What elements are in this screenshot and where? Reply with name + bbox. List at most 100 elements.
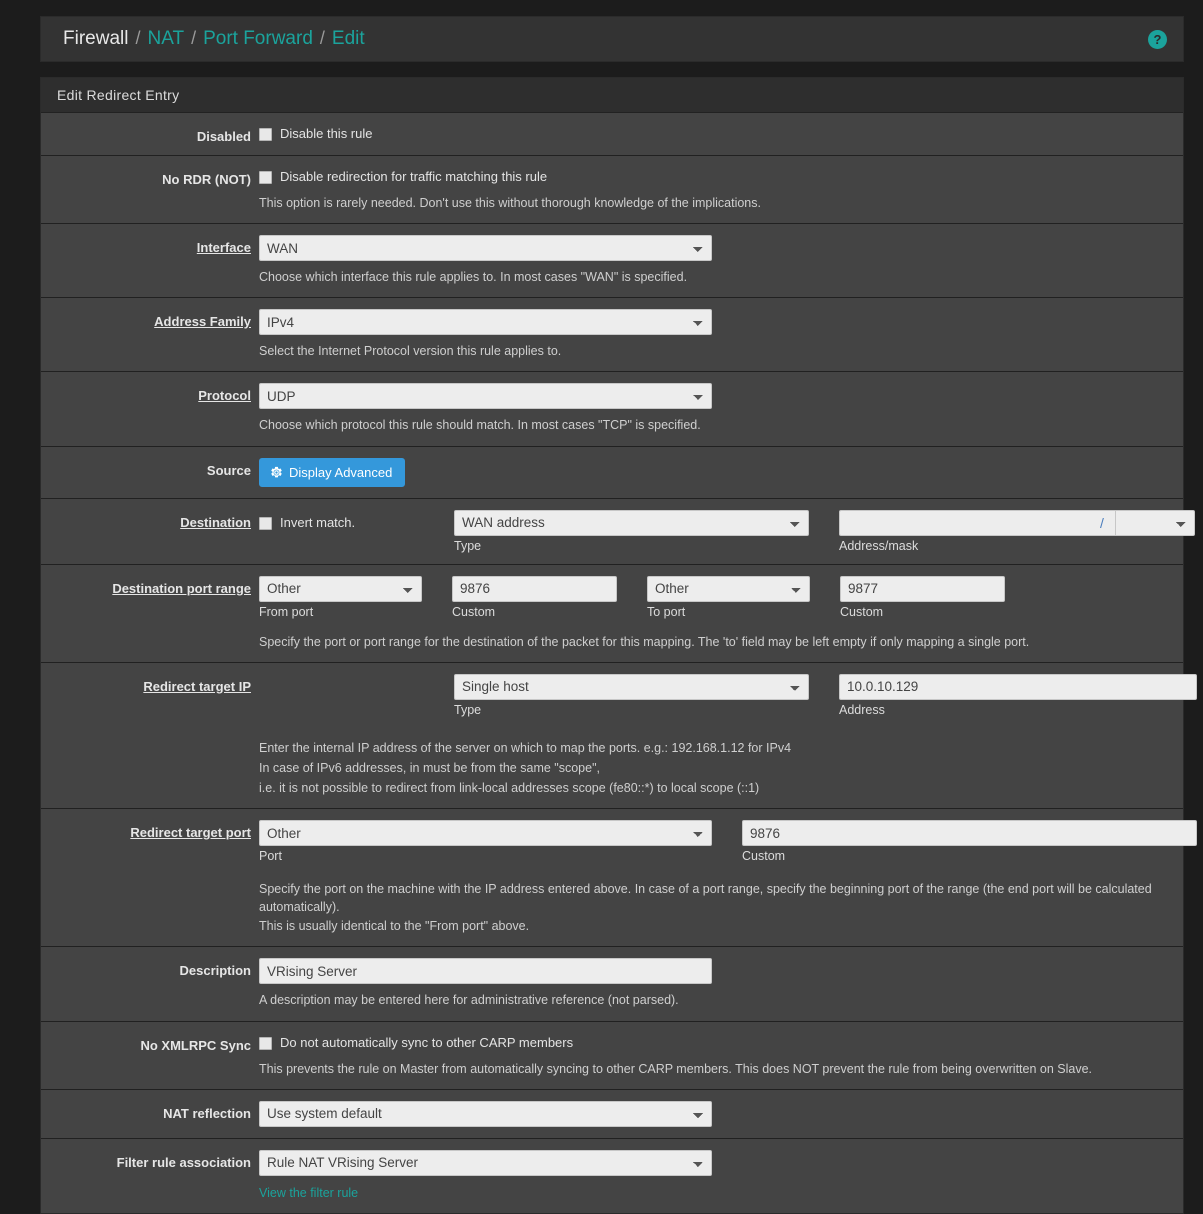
control-nat-reflection: Use system default	[259, 1100, 1183, 1127]
to-port-custom-input[interactable]	[840, 575, 1005, 602]
control-address-family: IPv4 Select the Internet Protocol versio…	[259, 309, 1183, 360]
gear-icon	[270, 466, 283, 479]
breadcrumb-item-edit[interactable]: Edit	[332, 28, 365, 50]
filter-rule-association-select[interactable]: Rule NAT VRising Server	[259, 1149, 712, 1176]
row-interface: Interface WAN Choose which interface thi…	[41, 224, 1183, 299]
row-protocol: Protocol UDP Choose which protocol this …	[41, 372, 1183, 447]
slash-separator: /	[1089, 509, 1115, 536]
label-redirect-target-ip[interactable]: Redirect target IP	[41, 674, 259, 797]
label-address-family[interactable]: Address Family	[41, 309, 259, 360]
row-disabled: Disabled Disable this rule	[41, 113, 1183, 156]
control-destination-port-range: Other From port Custom Other T	[259, 575, 1183, 651]
control-interface: WAN Choose which interface this rule app…	[259, 235, 1183, 286]
label-disabled: Disabled	[196, 129, 251, 144]
description-input[interactable]	[259, 958, 712, 985]
no-xmlrpc-sync-checkbox[interactable]	[259, 1036, 272, 1050]
panel-title: Edit Redirect Entry	[41, 78, 1183, 113]
redirect-target-ip-address-sublabel: Address	[839, 702, 885, 717]
row-redirect-target-port: Redirect target port Other Port Custom	[41, 809, 1197, 948]
label-filter-rule-association: Filter rule association	[116, 1154, 251, 1170]
no-rdr-label: Disable redirection for traffic matching…	[280, 169, 548, 184]
control-redirect-target-ip: Single host Type Address Enter the inter…	[259, 673, 1203, 797]
control-disabled: Disable this rule	[259, 124, 1183, 144]
row-no-xmlrpc-sync: No XMLRPC Sync Do not automatically sync…	[41, 1022, 1183, 1090]
breadcrumb: Firewall / NAT / Port Forward / Edit	[63, 28, 365, 50]
help-redirect-target-ip-line2: In case of IPv6 addresses, in must be fr…	[259, 760, 600, 775]
question-circle-icon[interactable]: ?	[1148, 29, 1167, 49]
no-rdr-checkbox[interactable]	[259, 171, 272, 184]
destination-address-combo: /	[839, 509, 1195, 536]
redirect-target-ip-type-select[interactable]: Single host	[454, 673, 809, 700]
redirect-target-port-custom-input[interactable]	[742, 820, 1197, 846]
destination-type-sublabel: Type	[454, 538, 482, 553]
control-description: A description may be entered here for ad…	[259, 958, 1183, 1009]
display-advanced-label: Display Advanced	[289, 464, 393, 480]
invert-match-checkbox[interactable]	[259, 516, 272, 530]
address-family-select[interactable]: IPv4	[259, 309, 712, 336]
row-address-family: Address Family IPv4 Select the Internet …	[41, 298, 1183, 373]
destination-type-select[interactable]: WAN address	[454, 509, 809, 536]
row-destination: Destination Invert match. WAN address Ty…	[41, 499, 1195, 565]
label-source: Source	[206, 462, 251, 478]
nat-reflection-select[interactable]: Use system default	[259, 1100, 712, 1127]
label-destination-port-range[interactable]: Destination port range	[41, 576, 259, 651]
help-interface: Choose which interface this rule applies…	[259, 270, 688, 285]
help-description: A description may be entered here for ad…	[259, 993, 679, 1008]
breadcrumb-item-nat[interactable]: NAT	[147, 28, 184, 50]
control-no-xmlrpc-sync: Do not automatically sync to other CARP …	[259, 1033, 1183, 1078]
protocol-select[interactable]: UDP	[259, 383, 712, 410]
edit-redirect-entry-panel: Edit Redirect Entry Disabled Disable thi…	[40, 77, 1197, 1214]
help-destination-port-range: Specify the port or port range for the d…	[259, 634, 1030, 649]
page-container: Firewall / NAT / Port Forward / Edit ? E…	[0, 0, 1203, 1214]
label-description: Description	[179, 963, 251, 979]
label-destination[interactable]: Destination	[41, 510, 259, 553]
breadcrumb-bar: Firewall / NAT / Port Forward / Edit ?	[40, 16, 1184, 62]
to-port-custom-sublabel: Custom	[840, 604, 884, 619]
disable-rule-label: Disable this rule	[280, 126, 373, 141]
row-destination-port-range: Destination port range Other From port C…	[41, 565, 1183, 663]
redirect-target-port-custom-sublabel: Custom	[742, 849, 786, 863]
breadcrumb-separator: /	[191, 28, 197, 48]
label-no-xmlrpc-sync: No XMLRPC Sync	[140, 1037, 251, 1053]
interface-select[interactable]: WAN	[259, 235, 712, 262]
display-advanced-button[interactable]: Display Advanced	[259, 457, 406, 487]
row-redirect-target-ip: Redirect target IP Single host Type Addr…	[41, 663, 1197, 809]
view-filter-rule-link[interactable]: View the filter rule	[259, 1186, 358, 1200]
no-xmlrpc-sync-label: Do not automatically sync to other CARP …	[280, 1034, 574, 1050]
label-nat-reflection: NAT reflection	[163, 1105, 251, 1121]
from-port-custom-input[interactable]	[452, 575, 617, 602]
control-redirect-target-port: Other Port Custom Specify the port on th…	[259, 820, 1203, 935]
help-redirect-target-port-line2: This is usually identical to the "From p…	[259, 919, 530, 934]
label-redirect-target-port[interactable]: Redirect target port	[41, 820, 259, 935]
control-filter-rule-association: Rule NAT VRising Server View the filter …	[259, 1149, 1183, 1202]
label-protocol[interactable]: Protocol	[41, 383, 259, 434]
redirect-target-port-sublabel: Port	[259, 849, 282, 863]
control-no-rdr: Disable redirection for traffic matching…	[259, 167, 1183, 212]
breadcrumb-separator: /	[319, 28, 325, 48]
to-port-select[interactable]: Other	[647, 575, 810, 602]
disable-rule-checkbox[interactable]	[259, 128, 272, 141]
help-redirect-target-ip-line1: Enter the internal IP address of the ser…	[259, 740, 792, 755]
destination-address-input[interactable]	[839, 509, 1089, 536]
from-port-select[interactable]: Other	[259, 575, 422, 602]
destination-mask-select[interactable]	[1115, 509, 1195, 536]
help-no-xmlrpc-sync: This prevents the rule on Master from au…	[259, 1061, 1093, 1076]
redirect-target-port-select[interactable]: Other	[259, 820, 712, 846]
row-filter-rule-association: Filter rule association Rule NAT VRising…	[41, 1139, 1183, 1213]
to-port-sublabel: To port	[647, 604, 686, 619]
label-interface[interactable]: Interface	[41, 235, 259, 286]
row-nat-reflection: NAT reflection Use system default	[41, 1090, 1183, 1139]
destination-address-sublabel: Address/mask	[839, 538, 919, 553]
from-port-custom-sublabel: Custom	[452, 604, 496, 619]
help-redirect-target-port-line1: Specify the port on the machine with the…	[259, 882, 1152, 915]
label-no-rdr: No RDR (NOT)	[162, 172, 251, 187]
redirect-target-ip-type-sublabel: Type	[454, 702, 482, 717]
control-destination: Invert match. WAN address Type / Address…	[259, 509, 1203, 553]
control-source: Display Advanced	[259, 457, 1183, 487]
redirect-target-ip-address-input[interactable]	[839, 673, 1197, 700]
row-no-rdr: No RDR (NOT) Disable redirection for tra…	[41, 156, 1183, 225]
breadcrumb-root: Firewall	[63, 28, 129, 49]
breadcrumb-item-port-forward[interactable]: Port Forward	[203, 28, 313, 50]
breadcrumb-separator: /	[135, 28, 141, 48]
invert-match-label: Invert match.	[280, 514, 356, 530]
